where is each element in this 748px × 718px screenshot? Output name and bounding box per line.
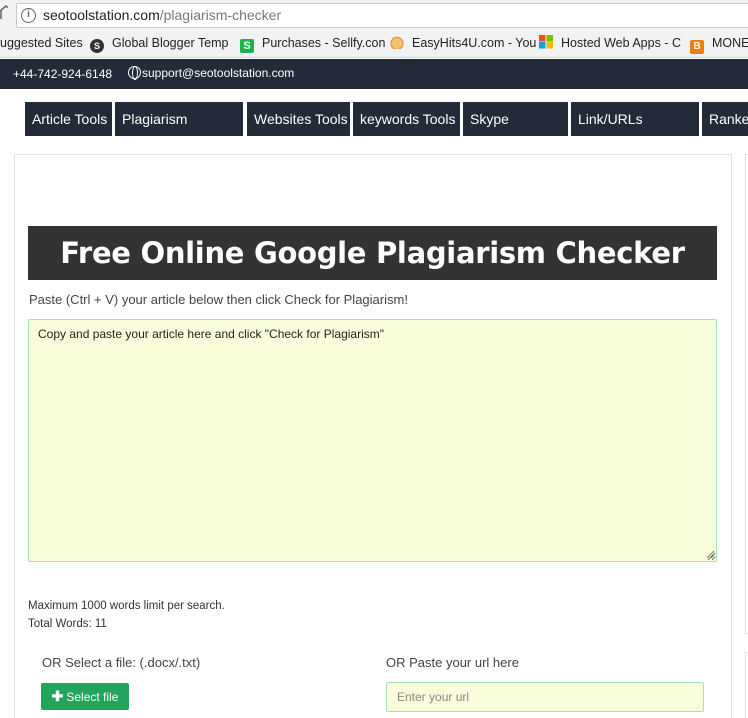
nav-websites-tools[interactable]: Websites Tools: [247, 102, 350, 136]
s-circle-icon: S: [90, 39, 104, 53]
url-input[interactable]: [386, 682, 704, 712]
article-textarea[interactable]: [28, 319, 717, 562]
file-select-label: OR Select a file: (.docx/.txt): [42, 655, 201, 670]
hand-icon: [390, 35, 404, 49]
sellfy-icon: S: [240, 39, 254, 53]
phone-number: +44-742-924-6148: [13, 67, 113, 81]
nav-ranker[interactable]: Ranke: [702, 102, 748, 136]
total-words-count: Total Words: 11: [28, 618, 107, 630]
site-topbar: +44-742-924-6148 support@seotoolstation.…: [0, 59, 748, 89]
blogger-icon: B: [690, 40, 704, 54]
bookmark-sellfy[interactable]: S Purchases - Sellfy.con: [240, 35, 385, 53]
bookmarks-bar: uggested Sites S Global Blogger Temp S Pur…: [0, 30, 748, 58]
globe-icon: [128, 66, 141, 80]
nav-article-tools[interactable]: Article Tools: [25, 102, 112, 136]
resize-grip-icon[interactable]: [705, 549, 715, 559]
bookmark-easyhits[interactable]: EasyHits4U.com - You: [390, 35, 536, 53]
url-paste-label: OR Paste your url here: [386, 655, 519, 670]
support-email[interactable]: support@seotoolstation.com: [128, 66, 294, 80]
bookmark-blogger[interactable]: B MONE: [690, 35, 748, 54]
address-bar: i seotoolstation.com/plagiarism-checker: [0, 0, 748, 30]
nav-link-urls-analyzer[interactable]: Link/URLs Analyzer: [571, 102, 699, 136]
bookmark-global-blogger[interactable]: S Global Blogger Temp: [90, 35, 229, 53]
plus-icon: ✚: [51, 688, 64, 704]
nav-keywords-tools[interactable]: keywords Tools: [353, 102, 460, 136]
nav-skype-resolver[interactable]: Skype Resolver: [463, 102, 568, 136]
bookmark-suggested-sites[interactable]: uggested Sites: [0, 35, 83, 53]
page-title: Free Online Google Plagiarism Checker To…: [28, 226, 717, 324]
windows-icon: [539, 35, 553, 49]
url-text: seotoolstation.com/plagiarism-checker: [43, 7, 282, 23]
paste-instruction: Paste (Ctrl + V) your article below then…: [29, 292, 408, 307]
url-field[interactable]: i seotoolstation.com/plagiarism-checker: [16, 3, 748, 28]
info-icon[interactable]: i: [21, 8, 36, 23]
word-limit-note: Maximum 1000 words limit per search.: [28, 600, 225, 612]
nav-plagiarism-checker[interactable]: Plagiarism Checker: [115, 102, 243, 136]
home-icon[interactable]: [0, 4, 8, 20]
bookmark-hosted-web-apps[interactable]: Hosted Web Apps - C: [539, 35, 681, 53]
select-file-button[interactable]: ✚ Select file: [41, 683, 129, 710]
